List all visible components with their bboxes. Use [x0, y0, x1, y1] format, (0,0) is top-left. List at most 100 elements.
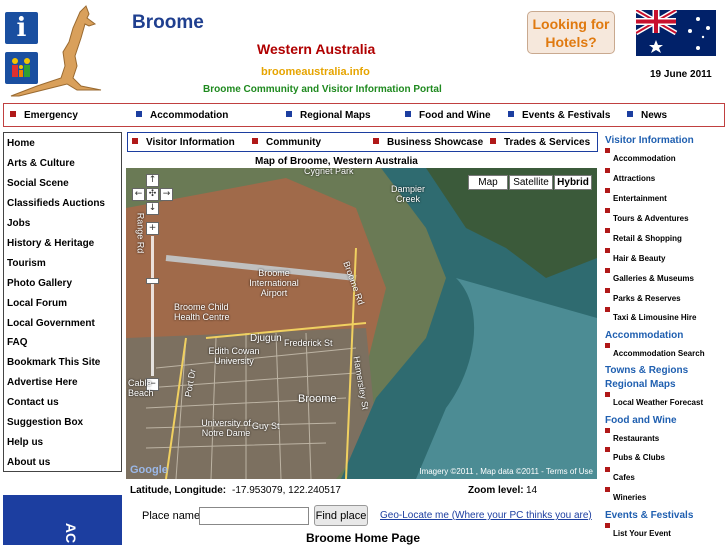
menu-suggestion[interactable]: Suggestion Box	[7, 417, 83, 428]
region-title: Western Australia	[257, 41, 376, 57]
google-logo[interactable]: Google	[130, 464, 168, 476]
zoom-slider-handle[interactable]	[146, 278, 159, 284]
secnav-community[interactable]: Community	[252, 137, 321, 148]
rc-towns-head[interactable]: Towns & Regions	[605, 365, 688, 376]
map-label-broome: Broome	[298, 393, 337, 405]
bullet-icon	[373, 138, 379, 144]
rc-events-head[interactable]: Events & Festivals	[605, 510, 693, 521]
menu-advertise[interactable]: Advertise Here	[7, 377, 78, 388]
map-view[interactable]: Map Satellite Hybrid ↑ ← ✣ → ↓ + − Cygne…	[126, 168, 597, 479]
rc-weather[interactable]: Local Weather Forecast	[605, 392, 703, 407]
menu-social[interactable]: Social Scene	[7, 178, 69, 189]
family-icon[interactable]	[5, 52, 38, 84]
menu-arts[interactable]: Arts & Culture	[7, 158, 75, 169]
left-banner[interactable]: AC	[3, 495, 122, 545]
secnav-business[interactable]: Business Showcase	[373, 137, 483, 148]
menu-gallery[interactable]: Photo Gallery	[7, 278, 72, 289]
pan-down-icon[interactable]: ↓	[146, 202, 159, 215]
menu-history[interactable]: History & Heritage	[7, 238, 94, 249]
rc-parks[interactable]: Parks & Reserves	[605, 288, 681, 303]
map-caption: Map of Broome, Western Australia	[255, 156, 418, 167]
map-type-satellite[interactable]: Satellite	[509, 175, 553, 190]
pan-center-icon[interactable]: ✣	[146, 188, 159, 201]
nav-accommodation[interactable]: Accommodation	[136, 110, 228, 121]
rc-food-head[interactable]: Food and Wine	[605, 415, 677, 426]
bullet-icon	[252, 138, 258, 144]
rc-maps-head[interactable]: Regional Maps	[605, 379, 676, 390]
secnav-trades[interactable]: Trades & Services	[490, 137, 590, 148]
pan-right-icon[interactable]: →	[160, 188, 173, 201]
map-credit[interactable]: Imagery ©2011 , Map data ©2011 - Terms o…	[419, 467, 593, 476]
rc-pubs[interactable]: Pubs & Clubs	[605, 447, 665, 462]
rc-taxi[interactable]: Taxi & Limousine Hire	[605, 307, 696, 322]
map-label-frederick: Frederick St	[284, 338, 333, 348]
rc-galleries[interactable]: Galleries & Museums	[605, 268, 694, 283]
map-label-dampier: Dampier Creek	[390, 184, 425, 204]
nav-emergency[interactable]: Emergency	[10, 110, 78, 121]
rc-hair[interactable]: Hair & Beauty	[605, 248, 665, 263]
rc-accom-search[interactable]: Accommodation Search	[605, 343, 705, 358]
latlng-label: Latitude, Longitude:	[130, 485, 227, 496]
menu-jobs[interactable]: Jobs	[7, 218, 30, 229]
bullet-icon	[136, 111, 142, 117]
rc-attractions[interactable]: Attractions	[605, 168, 655, 183]
top-nav: Emergency Accommodation Regional Maps Fo…	[3, 103, 725, 127]
rc-list-event[interactable]: List Your Event	[605, 523, 671, 538]
page: { "header": { "info_icon": "i", "site_ti…	[0, 0, 727, 545]
find-place-button[interactable]: Find place	[314, 505, 368, 526]
bullet-icon	[405, 111, 411, 117]
bullet-icon	[627, 111, 633, 117]
nav-regional-maps[interactable]: Regional Maps	[286, 110, 371, 121]
latlng-value: -17.953079, 122.240517	[232, 485, 341, 496]
map-label-djugun: Djugun	[250, 333, 282, 344]
bullet-icon	[508, 111, 514, 117]
left-menu: Home Arts & Culture Social Scene Classif…	[3, 132, 122, 472]
map-type-map[interactable]: Map	[468, 175, 508, 190]
secondary-nav: Visitor Information Community Business S…	[127, 132, 598, 152]
menu-tourism[interactable]: Tourism	[7, 258, 46, 269]
place-name-input[interactable]	[199, 507, 309, 525]
info-icon[interactable]: i	[5, 12, 38, 44]
menu-about[interactable]: About us	[7, 457, 50, 468]
menu-faq[interactable]: FAQ	[7, 337, 28, 348]
menu-classifieds[interactable]: Classifieds Auctions	[7, 198, 105, 209]
rc-cafes[interactable]: Cafes	[605, 467, 635, 482]
zoom-label: Zoom level:	[468, 485, 524, 496]
nav-events[interactable]: Events & Festivals	[508, 110, 610, 121]
map-label-cable-beach: Cable Beach	[128, 378, 154, 398]
menu-forum[interactable]: Local Forum	[7, 298, 67, 309]
zoom-value: 14	[526, 485, 538, 496]
map-type-hybrid[interactable]: Hybrid	[554, 175, 592, 190]
zoom-in-icon[interactable]: +	[146, 222, 159, 235]
domain-name: broomeaustralia.info	[261, 66, 370, 78]
rc-visitor-head[interactable]: Visitor Information	[605, 135, 694, 146]
menu-bookmark[interactable]: Bookmark This Site	[7, 357, 100, 368]
pan-left-icon[interactable]: ←	[132, 188, 145, 201]
rc-accom-head[interactable]: Accommodation	[605, 330, 683, 341]
place-name-label: Place name:	[142, 510, 204, 522]
menu-help[interactable]: Help us	[7, 437, 43, 448]
map-label-airport: Broome International Airport	[249, 268, 299, 298]
nav-news[interactable]: News	[627, 110, 667, 121]
site-title[interactable]: Broome	[132, 12, 204, 34]
hotels-button[interactable]: Looking for Hotels?	[527, 11, 615, 54]
nav-food-wine[interactable]: Food and Wine	[405, 110, 491, 121]
rc-retail[interactable]: Retail & Shopping	[605, 228, 682, 243]
bullet-icon	[132, 138, 138, 144]
menu-government[interactable]: Local Government	[7, 318, 95, 329]
bullet-icon	[286, 111, 292, 117]
secnav-visitor[interactable]: Visitor Information	[132, 137, 235, 148]
rc-tours[interactable]: Tours & Adventures	[605, 208, 689, 223]
geo-locate-link[interactable]: Geo-Locate me (Where your PC thinks you …	[380, 510, 592, 521]
rc-entertainment[interactable]: Entertainment	[605, 188, 667, 203]
rc-restaurants[interactable]: Restaurants	[605, 428, 659, 443]
pan-up-icon[interactable]: ↑	[146, 174, 159, 187]
menu-contact[interactable]: Contact us	[7, 397, 59, 408]
map-label-edith: Edith Cowan University	[208, 346, 260, 366]
menu-home[interactable]: Home	[7, 138, 35, 149]
rc-wineries[interactable]: Wineries	[605, 487, 646, 502]
rc-accommodation[interactable]: Accommodation	[605, 148, 676, 163]
map-label-child-health: Broome Child Health Centre	[174, 302, 230, 322]
home-page-link[interactable]: Broome Home Page	[306, 531, 420, 545]
zoom-slider[interactable]	[151, 236, 154, 376]
